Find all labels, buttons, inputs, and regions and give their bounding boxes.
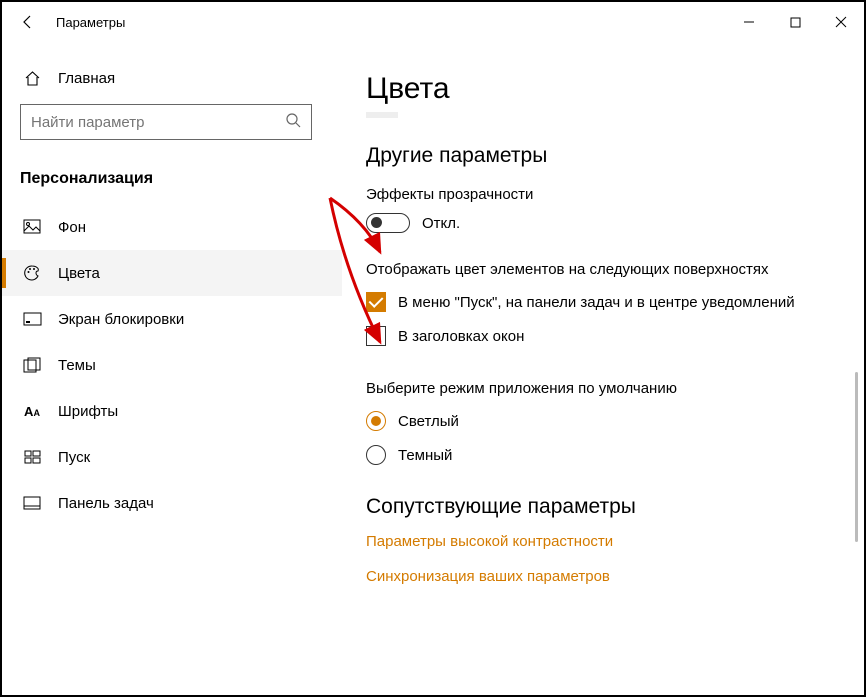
sidebar-item-start[interactable]: Пуск [2,434,342,480]
sidebar-item-label: Пуск [58,449,90,466]
sidebar-item-label: Фон [58,219,86,236]
search-input[interactable] [31,114,285,131]
transparency-label: Эффекты прозрачности [366,186,840,203]
lockscreen-icon [20,312,44,327]
transparency-toggle[interactable] [366,213,410,233]
sidebar-home[interactable]: Главная [2,56,342,98]
title-underline [366,112,398,118]
sidebar-section-header: Персонализация [2,150,342,204]
close-button[interactable] [818,2,864,42]
surfaces-label: Отображать цвет элементов на следующих п… [366,261,840,278]
checkbox-label: В заголовках окон [398,328,524,345]
main-panel: Цвета Другие параметры Эффекты прозрачно… [342,42,864,695]
sidebar-item-fonts[interactable]: AA Шрифты [2,388,342,434]
picture-icon [20,219,44,235]
radio-light[interactable]: Светлый [366,411,840,431]
sidebar-item-themes[interactable]: Темы [2,342,342,388]
start-icon [20,450,44,465]
sidebar-item-background[interactable]: Фон [2,204,342,250]
sidebar-item-colors[interactable]: Цвета [2,250,342,296]
taskbar-icon [20,496,44,510]
palette-icon [20,264,44,282]
back-button[interactable] [14,8,42,36]
window-title: Параметры [56,15,125,30]
page-title: Цвета [366,72,840,106]
app-mode-label: Выберите режим приложения по умолчанию [366,380,840,397]
maximize-button[interactable] [772,2,818,42]
sidebar-item-lockscreen[interactable]: Экран блокировки [2,296,342,342]
sidebar: Главная Персонализация Фон [2,42,342,695]
related-title: Сопутствующие параметры [366,495,840,519]
sidebar-item-label: Цвета [58,265,100,282]
minimize-button[interactable] [726,2,772,42]
checkbox-icon [366,326,386,346]
sidebar-item-taskbar[interactable]: Панель задач [2,480,342,526]
sidebar-home-label: Главная [58,70,115,87]
radio-label: Светлый [398,413,459,430]
titlebar: Параметры [2,2,864,42]
radio-icon [366,411,386,431]
radio-icon [366,445,386,465]
checkbox-start-taskbar[interactable]: В меню "Пуск", на панели задач и в центр… [366,292,840,312]
fonts-icon: AA [20,404,44,419]
checkbox-titlebars[interactable]: В заголовках окон [366,326,840,346]
search-input-wrap[interactable] [20,104,312,140]
settings-window: Параметры Главная [0,0,866,697]
checkbox-icon [366,292,386,312]
link-high-contrast[interactable]: Параметры высокой контрастности [366,533,840,550]
scrollbar[interactable] [855,372,858,542]
themes-icon [20,357,44,374]
sidebar-item-label: Панель задач [58,495,154,512]
search-icon [285,112,301,133]
checkbox-label: В меню "Пуск", на панели задач и в центр… [398,294,795,311]
toggle-knob [371,217,382,228]
transparency-state: Откл. [422,215,460,232]
radio-dark[interactable]: Темный [366,445,840,465]
home-icon [20,70,44,87]
window-controls [726,2,864,42]
radio-label: Темный [398,447,452,464]
section-other-title: Другие параметры [366,144,840,168]
sidebar-item-label: Экран блокировки [58,311,184,328]
sidebar-item-label: Темы [58,357,96,374]
link-sync-settings[interactable]: Синхронизация ваших параметров [366,568,840,585]
sidebar-item-label: Шрифты [58,403,118,420]
